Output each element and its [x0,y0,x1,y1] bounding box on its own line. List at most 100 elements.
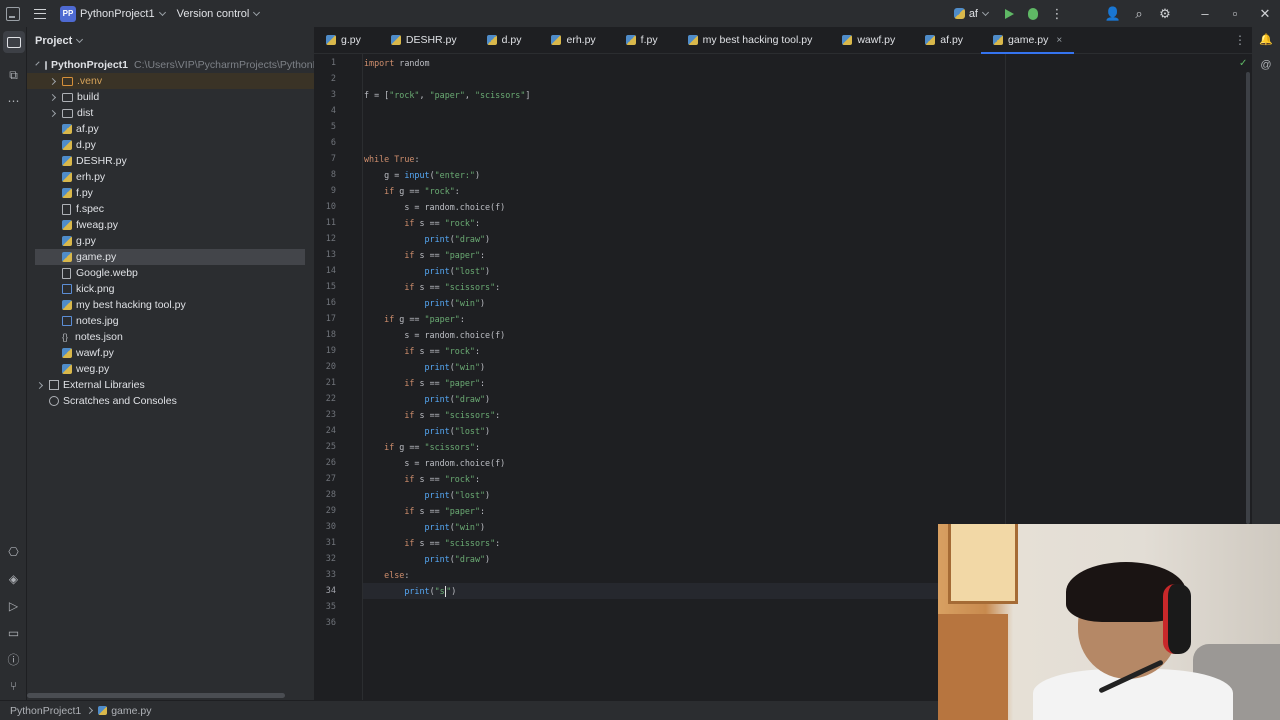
no-problems-check-icon[interactable]: ✓ [1239,58,1247,69]
project-panel-header[interactable]: Project [27,27,314,54]
code-line[interactable]: if s == "paper": [364,375,485,391]
code-line[interactable]: import random [364,55,430,71]
tab-g-py[interactable]: g.py [314,27,373,54]
code-line[interactable]: if g == "rock": [364,183,460,199]
project-badge[interactable]: PP [60,5,76,22]
tab-d-py[interactable]: d.py [475,27,534,54]
tab-af-py[interactable]: af.py [913,27,975,54]
code-line[interactable]: print("win") [364,519,486,535]
tab-deshr-py[interactable]: DESHR.py [379,27,469,54]
code-line[interactable]: print("draw") [364,391,491,407]
tree-item-file[interactable]: weg.py [27,361,314,377]
search-icon[interactable]: ⌕ [1128,3,1150,25]
code-line[interactable]: if s == "paper": [364,503,485,519]
git-icon[interactable]: ⑂ [5,677,22,694]
code-line[interactable]: if s == "scissors": [364,535,500,551]
tree-item-build[interactable]: build [27,89,314,105]
run-configuration-selector[interactable]: af [953,8,990,20]
code-line[interactable]: if g == "scissors": [364,439,480,455]
tree-item-file[interactable]: g.py [27,233,314,249]
add-user-icon[interactable]: 👤 [1102,3,1124,25]
tree-root[interactable]: PythonProject1 C:\Users\VIP\PycharmProje… [27,57,329,73]
main-menu-icon[interactable] [34,8,46,19]
expand-arrow-icon[interactable] [35,61,40,66]
code-line[interactable]: else: [364,567,409,583]
code-line[interactable]: if s == "rock": [364,343,480,359]
structure-icon[interactable]: ⧉ [5,67,22,84]
settings-gear-icon[interactable]: ⚙ [1154,3,1176,25]
code-line[interactable]: print("win") [364,359,486,375]
tree-item-file[interactable]: af.py [27,121,314,137]
run-button[interactable] [998,3,1020,25]
tab-options-icon[interactable]: ⋮ [1234,33,1246,47]
tree-item-file[interactable]: {} notes.json [27,329,314,345]
tree-item-file[interactable]: DESHR.py [27,153,314,169]
breadcrumb-file[interactable]: game.py [111,705,151,717]
tab-wawf-py[interactable]: wawf.py [830,27,907,54]
expand-arrow-icon[interactable] [48,77,57,85]
code-line[interactable]: s = random.choice(f) [364,455,505,471]
code-line[interactable]: if s == "scissors": [364,279,500,295]
python-packages-icon[interactable]: ⎔ [5,543,22,560]
code-line[interactable]: if g == "paper": [364,311,465,327]
code-line[interactable]: s = random.choice(f) [364,327,505,343]
code-line[interactable]: print("lost") [364,487,491,503]
code-line[interactable]: print("lost") [364,263,491,279]
version-control-menu[interactable]: Version control [177,8,250,20]
code-line[interactable]: if s == "rock": [364,215,480,231]
terminal-icon[interactable]: ▭ [5,624,22,641]
tree-item-file[interactable]: d.py [27,137,314,153]
code-line[interactable]: g = input("enter:") [364,167,480,183]
code-line[interactable]: print("draw") [364,231,491,247]
tree-item-file[interactable]: my best hacking tool.py [27,297,314,313]
horizontal-scrollbar[interactable] [27,693,285,698]
vertical-scrollbar[interactable] [1246,72,1250,524]
tree-item-venv[interactable]: .venv [27,73,314,89]
breadcrumb-project[interactable]: PythonProject1 [10,705,81,717]
tree-item-file[interactable]: kick.png [27,281,314,297]
ai-assistant-icon[interactable]: @ [1258,59,1274,75]
notifications-icon[interactable]: 🔔 [1258,33,1274,49]
more-tools-icon[interactable]: ⋯ [5,92,22,109]
layers-icon[interactable]: ◈ [5,570,22,587]
project-switcher[interactable]: PythonProject1 [80,8,155,20]
tree-item-scratches[interactable]: Scratches and Consoles [27,393,314,409]
minimize-button[interactable]: – [1190,3,1220,25]
more-actions-icon[interactable]: ⋮ [1046,3,1068,25]
code-line[interactable]: while True: [364,151,419,167]
code-line[interactable]: if s == "paper": [364,247,485,263]
tree-item-dist[interactable]: dist [27,105,314,121]
tree-item-file[interactable]: f.py [27,185,314,201]
debug-button[interactable] [1022,3,1044,25]
code-line[interactable]: print("s ") [364,583,456,599]
code-line[interactable]: if s == "rock": [364,471,480,487]
maximize-button[interactable]: ▫ [1220,3,1250,25]
tab-f-py[interactable]: f.py [614,27,670,54]
close-tab-icon[interactable]: × [1056,35,1062,46]
tab-game-py[interactable]: game.py × [981,27,1075,54]
tree-item-file-selected[interactable]: game.py [35,249,305,265]
code-line[interactable]: print("lost") [364,423,491,439]
tab-erh-py[interactable]: erh.py [539,27,607,54]
chevron-down-icon[interactable] [253,8,261,16]
problems-icon[interactable]: ⓘ [5,651,22,668]
tree-item-file[interactable]: Google.webp [27,265,314,281]
tree-item-file[interactable]: erh.py [27,169,314,185]
project-tool-button[interactable] [3,31,25,53]
code-line[interactable]: s = random.choice(f) [364,199,505,215]
chevron-down-icon[interactable] [158,8,166,16]
tree-item-external-libraries[interactable]: External Libraries [27,377,314,393]
expand-arrow-icon[interactable] [48,93,57,101]
code-line[interactable]: f = ["rock", "paper", "scissors"] [364,87,530,103]
run-tool-icon[interactable]: ▷ [5,597,22,614]
code-line[interactable]: print("draw") [364,551,491,567]
expand-arrow-icon[interactable] [35,381,44,389]
tree-item-file[interactable]: f.spec [27,201,314,217]
code-line[interactable]: if s == "scissors": [364,407,500,423]
tree-item-file[interactable]: wawf.py [27,345,314,361]
code-line[interactable]: print("win") [364,295,486,311]
tab-my-best-hacking-tool-py[interactable]: my best hacking tool.py [676,27,825,54]
close-window-button[interactable]: ✕ [1250,3,1280,25]
expand-arrow-icon[interactable] [48,109,57,117]
tree-item-file[interactable]: fweag.py [27,217,314,233]
